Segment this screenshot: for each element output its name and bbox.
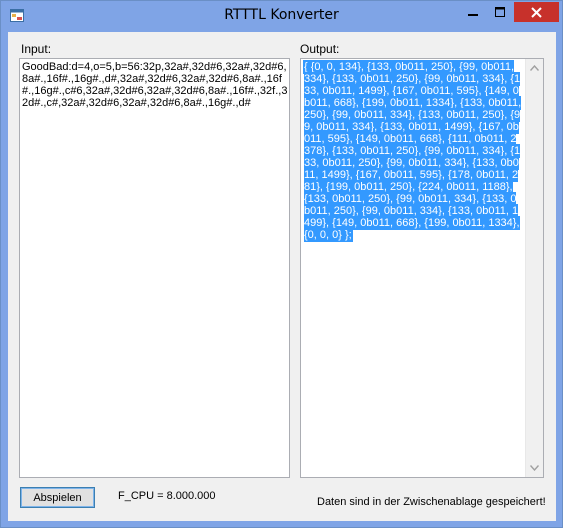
app-window: RTTTL Konverter Input: Output: GoodBad:d… xyxy=(0,0,563,528)
close-button[interactable] xyxy=(514,2,559,22)
scroll-up-arrow-icon[interactable] xyxy=(530,65,539,71)
maximize-icon xyxy=(495,7,505,17)
minimize-icon xyxy=(468,14,478,16)
maximize-button[interactable] xyxy=(487,2,513,22)
fcpu-label: F_CPU = 8.000.000 xyxy=(118,490,216,502)
title-bar[interactable]: RTTTL Konverter xyxy=(1,1,562,32)
output-text: { {0, 0, 134}, {133, 0b011, 250}, {99, 0… xyxy=(304,61,522,241)
status-label: Daten sind in der Zwischenablage gespeic… xyxy=(317,496,546,508)
play-button[interactable]: Abspielen xyxy=(20,487,95,508)
close-icon xyxy=(531,6,542,18)
client-area: Input: Output: GoodBad:d=4,o=5,b=56:32p,… xyxy=(8,32,556,521)
minimize-button[interactable] xyxy=(460,2,486,22)
input-text: GoodBad:d=4,o=5,b=56:32p,32a#,32d#6,32a#… xyxy=(22,61,288,109)
input-textarea[interactable]: GoodBad:d=4,o=5,b=56:32p,32a#,32d#6,32a#… xyxy=(19,58,290,478)
scroll-down-arrow-icon[interactable] xyxy=(530,465,539,471)
output-selected-text: { {0, 0, 134}, {133, 0b011, 250}, {99, 0… xyxy=(304,61,522,241)
output-textarea[interactable]: { {0, 0, 134}, {133, 0b011, 250}, {99, 0… xyxy=(300,58,544,478)
input-label: Input: xyxy=(21,42,52,56)
output-scrollbar[interactable] xyxy=(525,59,543,477)
output-label: Output: xyxy=(300,42,340,56)
